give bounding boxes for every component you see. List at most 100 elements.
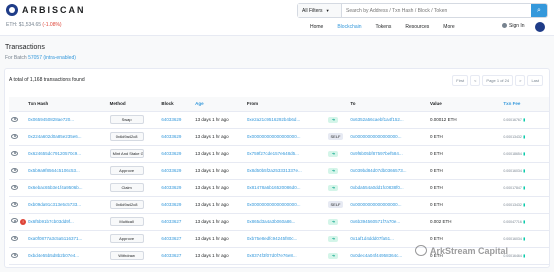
- arrow-right-icon: ➜: [328, 116, 339, 123]
- txn-hash-link[interactable]: 0xbd4e55b5d8b2b07e4...: [28, 253, 79, 258]
- block-link[interactable]: 64033629: [161, 202, 181, 207]
- signin-link[interactable]: Sign In: [502, 23, 525, 29]
- search-button[interactable]: ⌕: [531, 4, 547, 17]
- pager-last[interactable]: Last: [527, 75, 543, 86]
- txn-hash-link[interactable]: 0x0659450828ae720...: [28, 117, 74, 122]
- txn-hash-link[interactable]: 0x624655dc79120570c9...: [28, 151, 81, 156]
- nav-tokens[interactable]: Tokens: [376, 24, 392, 30]
- to-address-link[interactable]: 0xbda554a0dd1fc0838f0...: [350, 185, 403, 190]
- eye-icon[interactable]: [11, 201, 18, 207]
- from-address-link[interactable]: 0x81478a6b16520086d0...: [247, 185, 301, 190]
- fee-info-icon[interactable]: ▮: [523, 185, 525, 190]
- nav-blockchain[interactable]: Blockchain: [337, 24, 361, 30]
- eye-icon[interactable]: [11, 252, 18, 258]
- to-address-link[interactable]: 0x6352a56caebf1a4f152...: [350, 117, 403, 122]
- batch-subtitle: For Batch 57057 (intra-enabled): [5, 55, 76, 61]
- eye-icon[interactable]: [11, 235, 18, 241]
- method-badge: Claim: [109, 182, 144, 192]
- view-cell[interactable]: [9, 111, 26, 129]
- logo[interactable]: ARBISCAN: [6, 4, 86, 16]
- col-to: To: [348, 97, 429, 112]
- col-txn-fee[interactable]: Txn Fee: [501, 97, 549, 112]
- to-address-link[interactable]: 0x00000000000000000...: [350, 202, 401, 207]
- txn-hash-link[interactable]: 0x6ebac65b3e1f4a9506b...: [28, 185, 83, 190]
- table-row: 0xa0f0877a3c5a5116371... Approve 64033627 1…: [9, 230, 549, 248]
- view-cell[interactable]: !: [9, 213, 26, 231]
- eye-icon[interactable]: [11, 184, 18, 190]
- eye-icon[interactable]: [11, 167, 18, 173]
- fee-info-icon[interactable]: ▮: [523, 134, 525, 139]
- fee-info-icon[interactable]: ▮: [523, 168, 525, 173]
- fee-info-icon[interactable]: ▮: [523, 236, 525, 241]
- eye-icon[interactable]: [11, 133, 18, 139]
- txn-hash-link[interactable]: 0xa0f0877a3c5a5116371...: [28, 236, 82, 241]
- table-row: 0x624655dc79120570c9... Mint And Stake G.…: [9, 145, 549, 163]
- table-row: 0x6ebac65b3e1f4a9506b... Claim 64033629 13 …: [9, 179, 549, 197]
- block-link[interactable]: 64033627: [161, 219, 181, 224]
- fee-info-icon[interactable]: ▮: [523, 117, 525, 122]
- block-link[interactable]: 64033629: [161, 117, 181, 122]
- fee-info-icon[interactable]: ▮: [523, 151, 525, 156]
- col-age[interactable]: Age: [193, 97, 245, 112]
- value-text: 0 ETH: [430, 185, 443, 190]
- search-input[interactable]: [342, 4, 531, 17]
- table-row: 0x224a602d0a85e235e6... 0x6d9a42c8 6403362…: [9, 128, 549, 146]
- block-link[interactable]: 64033627: [161, 253, 181, 258]
- from-address-link[interactable]: 0x8374f3f07d0f7e76e8...: [247, 253, 297, 258]
- from-address-link[interactable]: 0xb75e8edfc94245f80c...: [247, 236, 298, 241]
- from-address-link[interactable]: 0x000000000000000000...: [247, 134, 301, 139]
- from-address-link[interactable]: 0x865d3a4a3b060a86...: [247, 219, 296, 224]
- view-cell[interactable]: [9, 145, 26, 163]
- txn-fee-text: 0.00017847: [503, 186, 522, 190]
- method-badge: 0x6d9a42c8: [109, 199, 144, 209]
- network-logo-icon[interactable]: [535, 22, 545, 32]
- block-link[interactable]: 64033629: [161, 134, 181, 139]
- view-cell[interactable]: [9, 128, 26, 146]
- method-badge: Approve: [109, 233, 144, 243]
- from-address-link[interactable]: 0x000000000000000000...: [247, 202, 301, 207]
- age-text: 13 days 1 hr ago: [195, 117, 229, 122]
- block-link[interactable]: 64033629: [161, 151, 181, 156]
- txn-hash-link[interactable]: 0x5b9a9f8564c5106c53...: [28, 168, 80, 173]
- to-address-link[interactable]: 0x9f6b05bf87597bef584...: [350, 151, 402, 156]
- block-link[interactable]: 64033629: [161, 168, 181, 173]
- batch-prefix: For Batch: [5, 55, 27, 61]
- from-address-link[interactable]: 0x759f27cde157e648d5...: [247, 151, 299, 156]
- view-cell[interactable]: [9, 196, 26, 214]
- to-address-link[interactable]: 0x039bd84d07db0366573...: [350, 168, 406, 173]
- age-text: 13 days 1 hr ago: [195, 168, 229, 173]
- txn-hash-link[interactable]: 0x224a602d0a85e235e6...: [28, 134, 82, 139]
- filter-select[interactable]: All Filters ▼: [298, 4, 342, 17]
- eye-icon[interactable]: [11, 116, 18, 122]
- pager-next[interactable]: >: [515, 75, 526, 86]
- fee-info-icon[interactable]: ▮: [523, 253, 525, 258]
- fee-info-icon[interactable]: ▮: [523, 219, 525, 224]
- table-row: ! 0x6f5b91b7cb03dd9f... Multicall 64033627 1…: [9, 213, 549, 231]
- view-cell[interactable]: [9, 162, 26, 180]
- batch-link[interactable]: 57057 (intra-enabled): [28, 55, 76, 61]
- txn-hash-link[interactable]: 0x6f5b91b7cb03dd9f...: [28, 219, 74, 224]
- to-address-link[interactable]: 0x1af1d4ddd07fa51...: [350, 236, 394, 241]
- to-address-link[interactable]: 0x6b394560571f7a70e...: [350, 219, 400, 224]
- nav-resources[interactable]: Resources: [405, 24, 429, 30]
- nav-more[interactable]: More: [443, 24, 454, 30]
- pager-first[interactable]: First: [452, 75, 469, 86]
- eye-icon[interactable]: [11, 218, 18, 223]
- top-bar: ARBISCAN ETH: $1,534.65 (-1.08%) All Fil…: [0, 0, 554, 36]
- block-link[interactable]: 64033629: [161, 185, 181, 190]
- txn-fee-text: 0.00016034: [503, 169, 522, 173]
- view-cell[interactable]: [9, 230, 26, 248]
- to-address-link[interactable]: 0x0dec4a04f44958364c...: [350, 253, 402, 258]
- from-address-link[interactable]: 0x8d50b5f2a253331337e...: [247, 168, 302, 173]
- fee-info-icon[interactable]: ▮: [523, 202, 525, 207]
- nav-home[interactable]: Home: [310, 24, 323, 30]
- view-cell[interactable]: [9, 179, 26, 197]
- eye-icon[interactable]: [11, 150, 18, 156]
- view-cell[interactable]: [9, 247, 26, 265]
- txn-hash-link[interactable]: 0xb09da91c313e5c5733...: [28, 202, 81, 207]
- block-link[interactable]: 64033627: [161, 236, 181, 241]
- to-address-link[interactable]: 0x00000000000000000...: [350, 134, 401, 139]
- search-bar: All Filters▼ ⌕: [297, 3, 548, 18]
- pager-prev[interactable]: <: [470, 75, 481, 86]
- from-address-link[interactable]: 0xe2a21c9516292b4b6d...: [247, 117, 300, 122]
